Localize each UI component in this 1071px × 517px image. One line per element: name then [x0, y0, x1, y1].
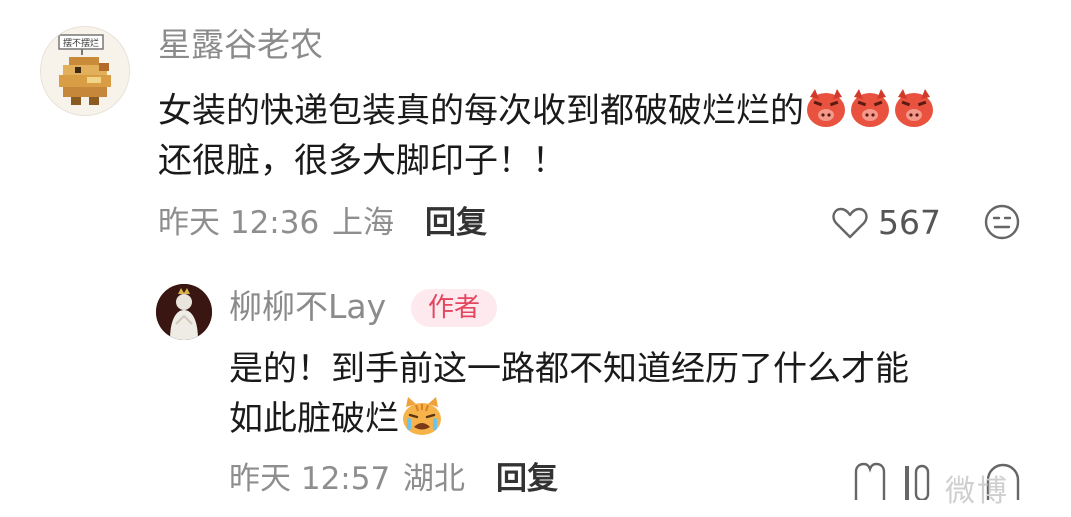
emoji-reaction-icon[interactable]	[983, 203, 1021, 241]
reply-button[interactable]: 回复	[425, 203, 487, 243]
commenter-avatar[interactable]: 摆不摆烂	[40, 26, 130, 116]
commenter-username[interactable]: 星露谷老农	[158, 25, 323, 65]
author-badge: 作者	[411, 289, 497, 327]
reply-text: 如此脏破烂	[229, 399, 399, 439]
weibo-watermark: 微博	[945, 474, 1009, 509]
reply-location: 湖北	[403, 461, 465, 497]
author-username[interactable]: 柳柳不Lay	[229, 287, 386, 327]
angry-pig-emoji-icon	[805, 87, 937, 143]
reply-text-line-2: 如此脏破烂	[229, 394, 444, 451]
comment-text: 女装的快递包装真的每次收到都破破烂烂的	[158, 91, 804, 131]
avatar-tag: 摆不摆烂	[63, 37, 99, 49]
comment-text-line-1: 女装的快递包装真的每次收到都破破烂烂的	[158, 86, 937, 143]
comment-text-line-2: 还很脏，很多大脚印子！！	[158, 141, 566, 181]
reply-text-line-1: 是的！到手前这一路都不知道经历了什么才能	[229, 349, 909, 389]
reply-like-count-icon	[902, 462, 932, 502]
like-icon[interactable]	[830, 203, 870, 243]
comment-location: 上海	[332, 205, 394, 241]
comment-time: 昨天 12:36	[158, 205, 320, 241]
like-count: 567	[878, 203, 941, 242]
reply-reply-button[interactable]: 回复	[496, 459, 558, 499]
author-avatar[interactable]	[156, 284, 212, 340]
reply-time: 昨天 12:57	[229, 461, 391, 497]
reply-like-icon[interactable]	[852, 460, 888, 500]
crying-cat-emoji-icon	[400, 395, 444, 451]
